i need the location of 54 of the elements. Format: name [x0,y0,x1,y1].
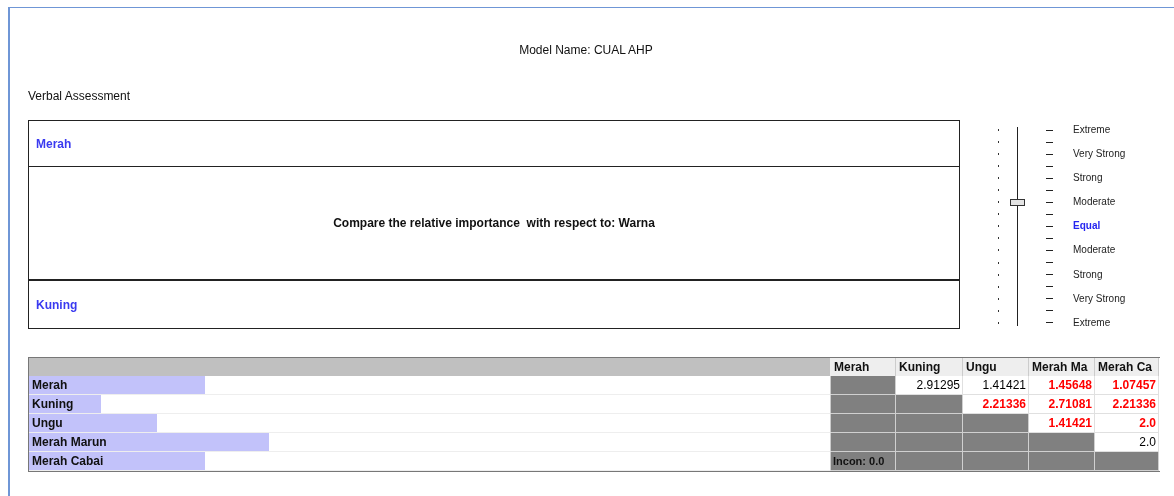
top-element: Merah [36,135,72,153]
column-header: Ungu [963,358,1029,376]
tick-mark [1046,213,1053,215]
tick-mark [1046,153,1053,155]
slider-track[interactable] [1010,126,1025,327]
tick-mark [1046,177,1053,179]
tick-mark [1046,189,1053,191]
column-header: Merah [831,358,896,376]
scale-label[interactable]: Extreme [1073,317,1111,328]
bottom-element: Kuning [36,296,78,314]
matrix-cell: 2.21336 [963,395,1029,414]
tick-mark [1046,250,1053,251]
matrix-cell: 1.41421 [963,376,1029,395]
scale-label[interactable]: Very Strong [1073,293,1126,304]
scale-label[interactable]: Equal [1073,221,1101,232]
column-header: Merah Ma [1029,358,1095,376]
tick-mark [1046,225,1053,227]
row-label: Merah Cabai [31,453,104,469]
scale-label[interactable]: Very Strong [1073,149,1126,160]
matrix-cell: 2.0 [1095,433,1159,452]
tick-mark [1046,237,1053,239]
row-label: Ungu [31,415,63,431]
tick-mark [1046,129,1053,131]
tick-mark [1046,274,1053,276]
matrix-cell: 1.41421 [1029,414,1095,433]
row-label: Kuning [31,396,74,412]
tick-mark [1046,322,1053,324]
comparison-question: Compare the relative importance with respect to: Warna [333,215,655,232]
inconsistency-cell: Incon: 0.0 [831,452,896,471]
matrix-cell: 1.07457 [1095,376,1159,395]
tick-mark [1046,201,1053,203]
matrix-cell: 1.45648 [1029,376,1095,395]
tick-mark [1046,141,1053,143]
scale-label[interactable]: Strong [1073,269,1103,280]
tick-mark [1046,165,1053,167]
scale-label[interactable]: Moderate [1073,245,1116,256]
row-label: Merah Marun [31,434,107,450]
scale-label[interactable]: Strong [1073,173,1103,184]
tick-mark [1046,262,1053,264]
matrix-cell: 2.0 [1095,414,1159,433]
row-label: Merah [31,377,68,393]
scale-label[interactable]: Moderate [1073,197,1116,208]
section-title: Verbal Assessment [28,89,131,103]
model-name: Model Name: CUAL AHP [519,42,653,59]
tick-mark [1046,286,1053,288]
matrix-cell: 2.21336 [1095,395,1159,414]
matrix-cell: 2.91295 [896,376,963,395]
column-header: Kuning [896,358,963,376]
tick-mark [1046,310,1053,312]
slider-thumb[interactable] [1010,198,1025,206]
tick-mark [1046,298,1053,300]
matrix-cell: 2.71081 [1029,395,1095,414]
column-header: Merah Ca [1095,358,1159,376]
scale-label[interactable]: Extreme [1073,125,1111,135]
